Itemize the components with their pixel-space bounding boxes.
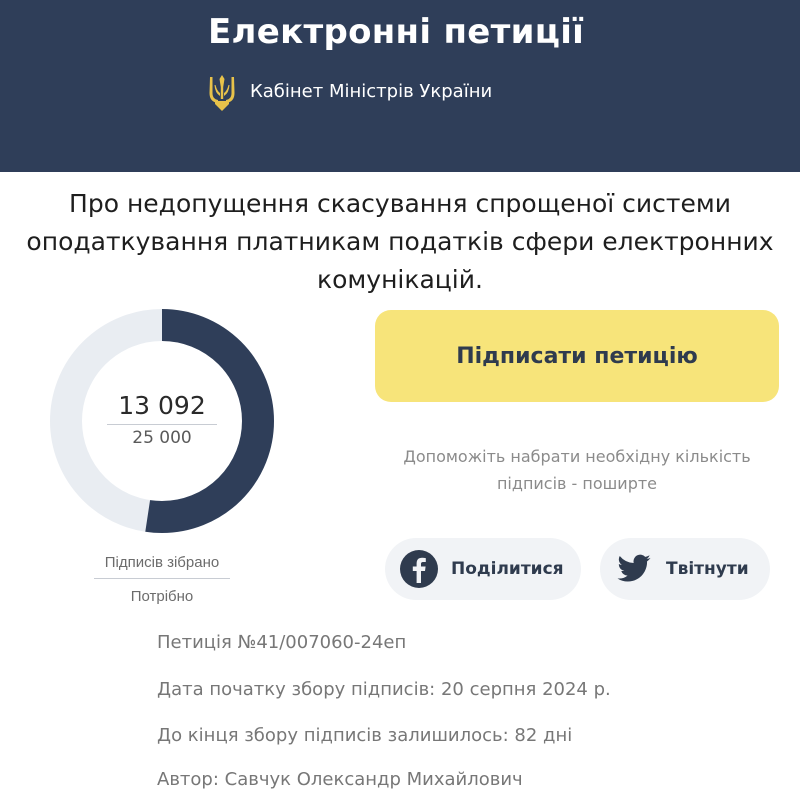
- petition-number: Петиція №41/007060-24еп: [157, 632, 407, 653]
- count-divider: [107, 424, 217, 425]
- signatures-progress-ring: [50, 309, 274, 533]
- petition-title: Про недопущення скасування спрощеної сис…: [20, 185, 780, 299]
- petition-title-line: оподаткування платникам податків сфери е…: [26, 227, 774, 256]
- petition-title-line: комунікацій.: [317, 265, 483, 294]
- share-help-text: Допоможіть набрати необхідну кількість п…: [370, 443, 784, 497]
- sign-petition-button[interactable]: Підписати петицію: [375, 310, 779, 402]
- share-facebook-button[interactable]: Поділитися: [385, 538, 581, 600]
- signatures-required-count: 25 000: [132, 428, 192, 448]
- twitter-icon: [614, 549, 654, 589]
- facebook-icon: [399, 549, 439, 589]
- organization-name[interactable]: Кабінет Міністрів України: [250, 81, 492, 102]
- help-text-line: підписів - поширте: [496, 474, 658, 493]
- signatures-collected-count: 13 092: [118, 391, 206, 420]
- petition-title-line: Про недопущення скасування спрощеної сис…: [69, 189, 731, 218]
- share-facebook-label: Поділитися: [451, 559, 564, 579]
- signatures-collected-label: Підписів зібрано: [104, 554, 220, 571]
- collection-start-date: Дата початку збору підписів: 20 серпня 2…: [157, 679, 611, 700]
- days-remaining: До кінця збору підписів залишилось: 82 д…: [157, 725, 573, 746]
- share-twitter-button[interactable]: Твітнути: [600, 538, 770, 600]
- signatures-required-label: Потрібно: [130, 588, 194, 605]
- trident-emblem-icon: [209, 75, 235, 111]
- petition-author: Автор: Савчук Олександр Михайлович: [157, 769, 523, 790]
- site-header: Електронні петиції Кабінет Міністрів Укр…: [0, 0, 800, 172]
- help-text-line: Допоможіть набрати необхідну кількість: [403, 447, 751, 466]
- share-twitter-label: Твітнути: [666, 559, 749, 579]
- site-title[interactable]: Електронні петиції: [208, 12, 584, 52]
- stats-divider: [94, 578, 230, 579]
